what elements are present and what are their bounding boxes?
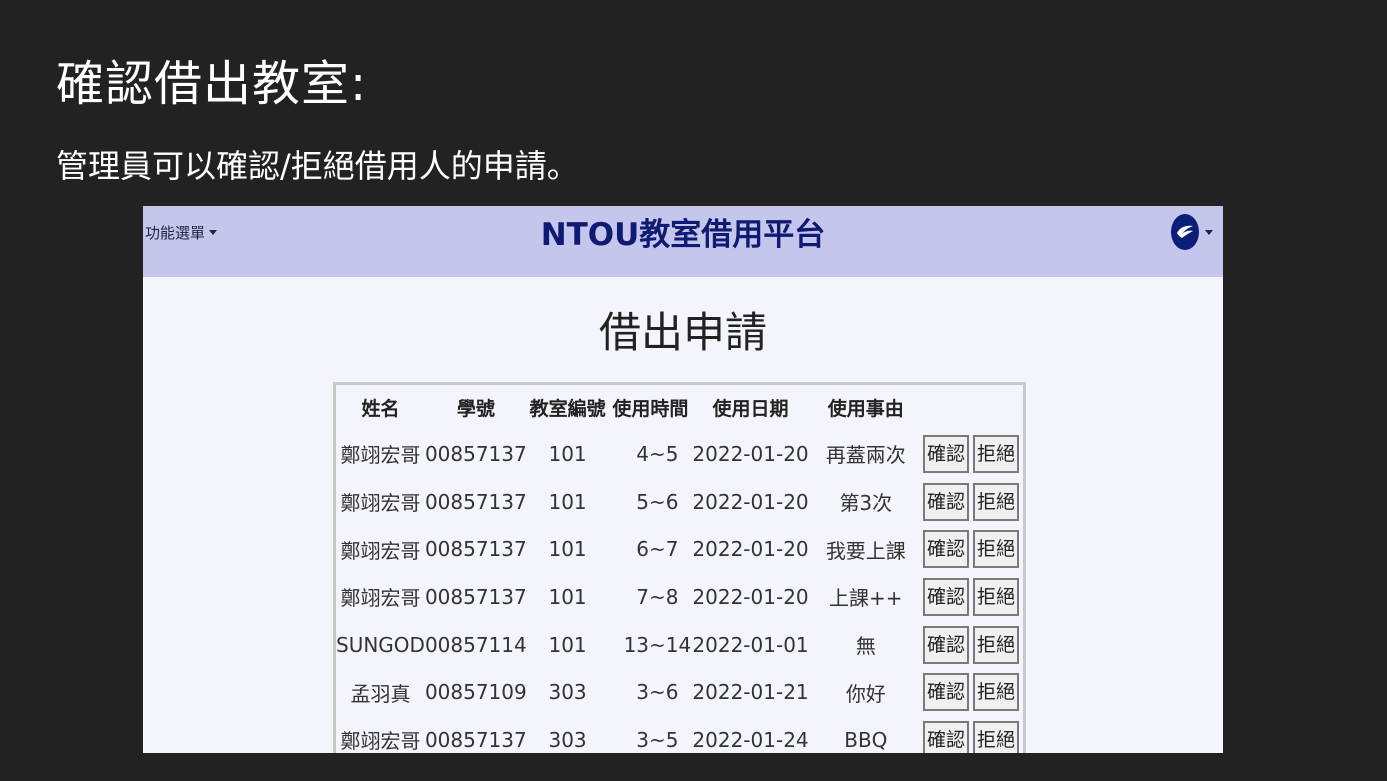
- cell-actions: 確認 拒絕: [922, 430, 1023, 478]
- cell-actions: 確認 拒絕: [922, 621, 1023, 669]
- cell-student-id: 00857137: [424, 489, 527, 514]
- table-row: SUNGOD 00857114 101 13~14 2022-01-01 無 確…: [336, 621, 1023, 669]
- reject-button[interactable]: 拒絕: [972, 673, 1019, 712]
- cell-time: 3~6: [636, 680, 679, 705]
- app-screenshot: 功能選單 NTOU教室借用平台 借出申請 姓名 學號 教室編號 使用時間 使用日…: [143, 206, 1223, 753]
- table-row: 鄭翊宏哥 00857137 101 7~8 2022-01-20 上課++ 確認…: [336, 573, 1023, 621]
- cell-time: 5~6: [636, 489, 679, 514]
- confirm-button[interactable]: 確認: [922, 434, 969, 473]
- cell-time: 3~5: [636, 727, 679, 752]
- confirm-button[interactable]: 確認: [922, 720, 969, 753]
- cell-name: 鄭翊宏哥: [340, 729, 421, 753]
- cell-date: 2022-01-20: [692, 489, 809, 514]
- cell-room: 101: [548, 632, 587, 657]
- cell-name: 孟羽真: [350, 681, 411, 706]
- reject-button[interactable]: 拒絕: [972, 720, 1019, 753]
- reject-button[interactable]: 拒絕: [972, 434, 1019, 473]
- cell-actions: 確認 拒絕: [922, 716, 1023, 753]
- cell-student-id: 00857109: [424, 680, 527, 705]
- cell-room: 303: [548, 680, 587, 705]
- cell-reason: 我要上課: [825, 538, 906, 563]
- navbar: 功能選單 NTOU教室借用平台: [143, 206, 1223, 277]
- cell-room: 101: [548, 537, 587, 562]
- reject-button[interactable]: 拒絕: [972, 577, 1019, 616]
- cell-actions: 確認 拒絕: [922, 573, 1023, 621]
- reject-button[interactable]: 拒絕: [972, 530, 1019, 569]
- confirm-button[interactable]: 確認: [922, 530, 969, 569]
- brand-title[interactable]: NTOU教室借用平台: [541, 217, 826, 253]
- cell-actions: 確認 拒絕: [922, 668, 1023, 716]
- table-row: 鄭翊宏哥 00857137 101 4~5 2022-01-20 再蓋兩次 確認…: [336, 430, 1023, 478]
- cell-name: SUNGOD: [336, 632, 425, 657]
- cell-reason: BBQ: [844, 727, 888, 752]
- cell-date: 2022-01-20: [692, 584, 809, 609]
- request-table-container: 姓名 學號 教室編號 使用時間 使用日期 使用事由 鄭翊宏哥 00857137 …: [333, 382, 1026, 753]
- cell-reason: 上課++: [829, 586, 903, 611]
- cell-reason: 你好: [845, 681, 886, 706]
- cell-student-id: 00857114: [424, 632, 527, 657]
- reject-button[interactable]: 拒絕: [972, 625, 1019, 664]
- confirm-button[interactable]: 確認: [922, 482, 969, 521]
- confirm-button[interactable]: 確認: [922, 673, 969, 712]
- header-date: 使用日期: [712, 398, 789, 420]
- cell-student-id: 00857137: [424, 727, 527, 752]
- cell-name: 鄭翊宏哥: [340, 586, 421, 611]
- cell-reason: 再蓋兩次: [825, 443, 906, 468]
- cell-room: 101: [548, 584, 587, 609]
- cell-reason: 無: [855, 634, 876, 659]
- table-row: 鄭翊宏哥 00857137 101 5~6 2022-01-20 第3次 確認拒…: [336, 478, 1023, 526]
- cell-date: 2022-01-01: [692, 632, 809, 657]
- chevron-down-icon: [1205, 229, 1213, 235]
- cell-reason: 第3次: [839, 491, 893, 516]
- slide-subtitle: 管理員可以確認/拒絕借用人的申請。: [56, 147, 579, 185]
- cell-time: 13~14: [623, 632, 692, 657]
- cell-time: 7~8: [636, 584, 679, 609]
- request-table: 姓名 學號 教室編號 使用時間 使用日期 使用事由 鄭翊宏哥 00857137 …: [336, 385, 1023, 753]
- cell-student-id: 00857137: [424, 537, 527, 562]
- header-room: 教室編號: [529, 398, 606, 420]
- page-heading: 借出申請: [598, 308, 767, 357]
- confirm-button[interactable]: 確認: [922, 577, 969, 616]
- table-header-row: 姓名 學號 教室編號 使用時間 使用日期 使用事由: [336, 385, 1023, 430]
- reject-button[interactable]: 拒絕: [972, 482, 1019, 521]
- cell-student-id: 00857137: [424, 441, 527, 466]
- cell-name: 鄭翊宏哥: [340, 491, 421, 516]
- header-time: 使用時間: [612, 398, 689, 420]
- cell-time: 6~7: [636, 537, 679, 562]
- user-menu-dropdown[interactable]: [1171, 214, 1213, 250]
- cell-room: 101: [548, 489, 587, 514]
- table-row: 鄭翊宏哥 00857137 303 3~5 2022-01-24 BBQ 確認拒…: [336, 716, 1023, 753]
- cell-student-id: 00857137: [424, 584, 527, 609]
- header-actions: [923, 385, 1023, 430]
- header-name: 姓名: [361, 398, 400, 420]
- cell-name: 鄭翊宏哥: [340, 538, 421, 563]
- cell-date: 2022-01-21: [692, 680, 809, 705]
- cell-name: 鄭翊宏哥: [340, 443, 421, 468]
- cell-date: 2022-01-24: [692, 727, 809, 752]
- cell-actions: 確認 拒絕: [922, 478, 1023, 526]
- cell-date: 2022-01-20: [692, 537, 809, 562]
- header-student-id: 學號: [456, 398, 495, 420]
- table-row: 孟羽真 00857109 303 3~6 2022-01-21 你好 確認 拒絕: [336, 668, 1023, 716]
- cell-actions: 確認 拒絕: [922, 525, 1023, 573]
- header-reason: 使用事由: [827, 398, 904, 420]
- cell-time: 4~5: [636, 441, 679, 466]
- table-row: 鄭翊宏哥 00857137 101 6~7 2022-01-20 我要上課 確認…: [336, 525, 1023, 573]
- confirm-button[interactable]: 確認: [922, 625, 969, 664]
- ntou-logo-icon: [1171, 214, 1199, 250]
- brand-title-wrap: NTOU教室借用平台: [143, 214, 1223, 256]
- cell-room: 303: [548, 727, 587, 752]
- slide-title: 確認借出教室:: [56, 56, 368, 112]
- cell-room: 101: [548, 441, 587, 466]
- cell-date: 2022-01-20: [692, 441, 809, 466]
